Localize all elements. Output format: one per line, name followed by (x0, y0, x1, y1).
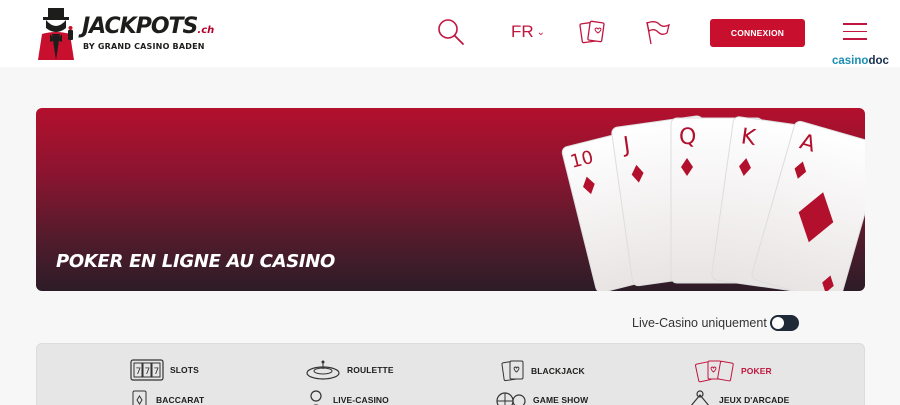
casinodoc-badge[interactable]: casinodoc (832, 55, 889, 67)
blackjack-cards-icon (501, 360, 524, 382)
category-roulette[interactable]: ROULETTE (305, 359, 394, 381)
logo-wordmark: JACKPOTS.ch (82, 14, 214, 39)
playing-cards-illustration: 10 J Q K A (561, 115, 865, 291)
chevron-down-icon: ⌄ (536, 26, 546, 38)
slot-machine-icon: 7 7 7 (130, 359, 164, 381)
svg-text:7: 7 (136, 367, 142, 377)
search-button[interactable] (436, 17, 466, 47)
language-code: FR (510, 22, 534, 41)
hamburger-line-icon (843, 23, 867, 25)
category-baccarat[interactable]: BACCARAT (130, 389, 204, 405)
category-blackjack[interactable]: BLACKJACK (501, 359, 585, 383)
category-label: BLACKJACK (531, 366, 585, 376)
hero-banner: 10 J Q K A POKER EN LIGNE AU CASINO (36, 108, 865, 291)
language-selector[interactable]: FR ⌄ (508, 17, 548, 47)
hamburger-line-icon (843, 38, 867, 40)
games-nav-button[interactable] (578, 17, 606, 47)
live-casino-label: Live-Casino uniquement (632, 316, 767, 330)
gentleman-logo-icon (38, 8, 74, 60)
svg-text:7: 7 (145, 367, 151, 377)
category-label: BACCARAT (156, 395, 205, 405)
live-dealer-icon (310, 390, 322, 405)
playing-cards-icon (579, 20, 605, 44)
poker-cards-icon (695, 360, 734, 383)
baccarat-icon (132, 390, 147, 405)
category-label: POKER (741, 366, 772, 376)
category-label: LIVE-CASINO (333, 395, 389, 405)
category-label: GAME SHOW (533, 395, 589, 405)
category-label: JEUX D'ARCADE (719, 395, 790, 405)
game-show-icon (496, 392, 526, 405)
roulette-icon (306, 360, 340, 380)
game-category-panel: 7 7 7 SLOTS ROULETTE BLACKJACK POKER BAC… (36, 343, 865, 405)
partner-badge-part2: doc (868, 55, 889, 67)
category-live-casino[interactable]: LIVE-CASINO (305, 389, 389, 405)
live-casino-toggle[interactable] (770, 315, 799, 331)
login-button[interactable]: CONNEXION (710, 19, 805, 47)
toggle-knob (772, 317, 784, 329)
arcade-icon (690, 390, 710, 405)
hamburger-line-icon (843, 30, 867, 33)
category-slots[interactable]: 7 7 7 SLOTS (130, 359, 199, 381)
category-label: ROULETTE (347, 365, 394, 375)
svg-text:Q: Q (679, 125, 696, 150)
category-poker[interactable]: POKER (695, 359, 772, 383)
category-label: SLOTS (170, 365, 199, 375)
banner-title: POKER EN LIGNE AU CASINO (56, 251, 336, 272)
logo-suffix: .ch (197, 25, 215, 36)
jackpots-logo[interactable]: JACKPOTS.ch BY GRAND CASINO BADEN (34, 8, 234, 60)
category-game-show[interactable]: GAME SHOW (495, 389, 588, 405)
svg-text:7: 7 (154, 367, 160, 377)
menu-button[interactable] (843, 23, 867, 43)
category-arcade[interactable]: JEUX D'ARCADE (687, 389, 789, 405)
search-icon (438, 19, 464, 45)
logo-brand: JACKPOTS (82, 14, 198, 39)
flag-icon (646, 21, 670, 45)
promotions-nav-button[interactable] (643, 17, 671, 47)
site-header: JACKPOTS.ch BY GRAND CASINO BADEN FR ⌄ C… (0, 0, 900, 67)
logo-tagline: BY GRAND CASINO BADEN (83, 42, 205, 51)
partner-badge-part1: casino (832, 55, 869, 67)
